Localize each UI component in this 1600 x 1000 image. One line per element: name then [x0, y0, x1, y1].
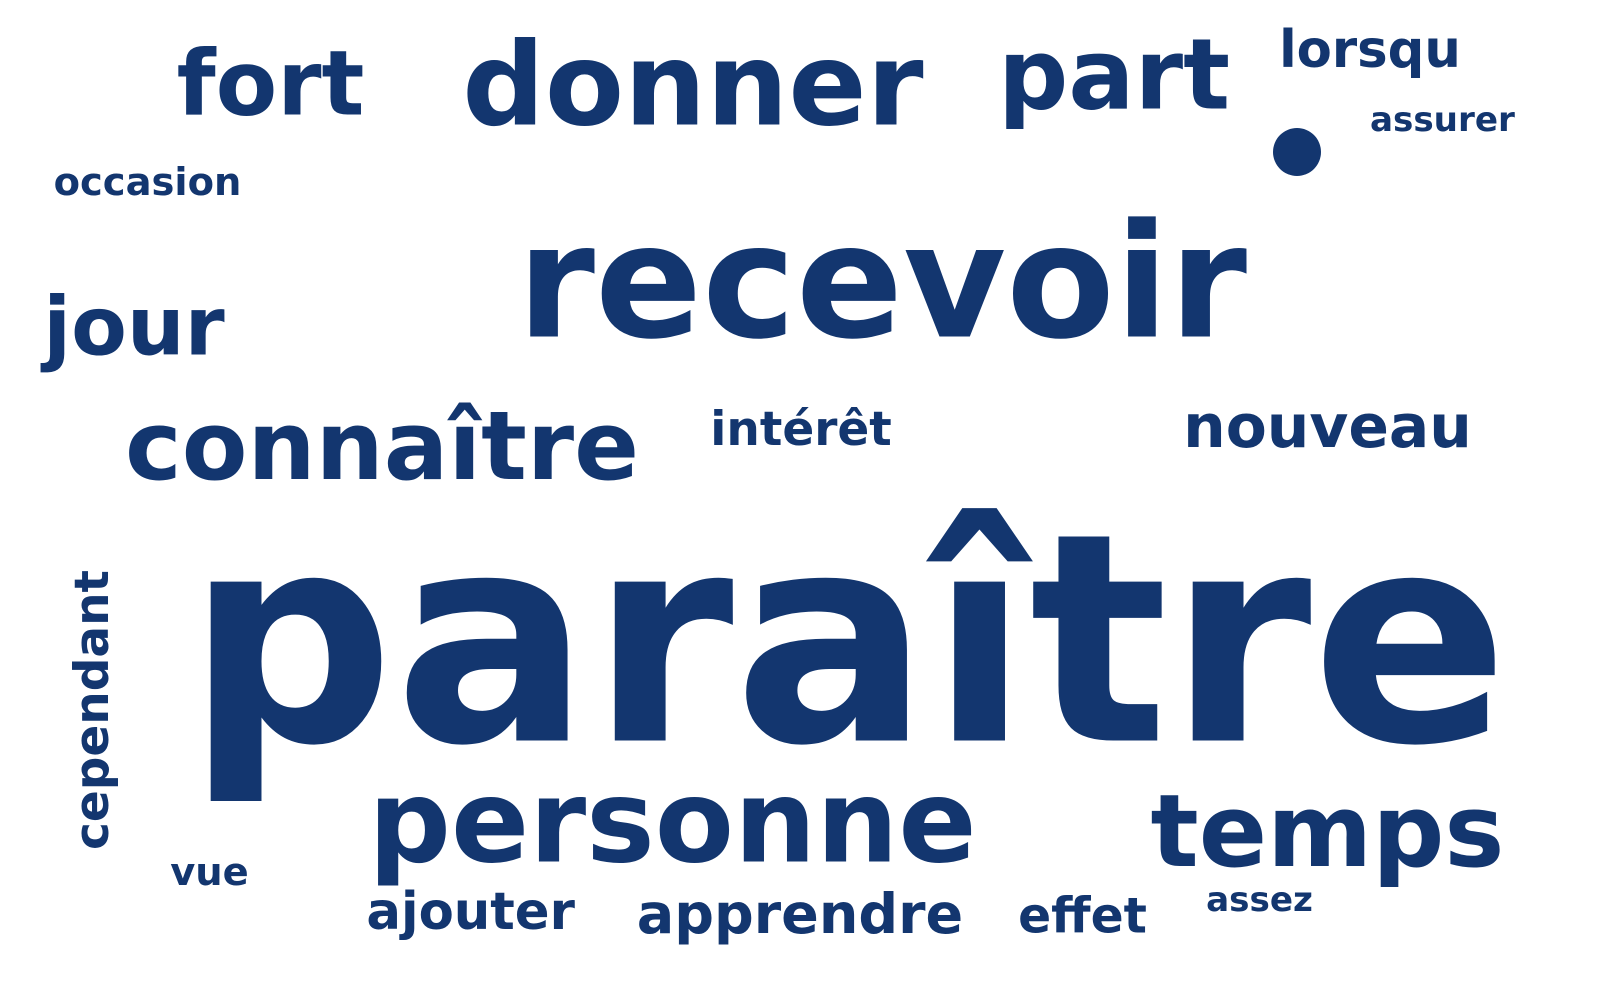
- word-nouveau: nouveau: [1183, 392, 1472, 462]
- word-cloud: paraîtrerecevoirpersonnedonnerconnaître n…: [40, 19, 1515, 948]
- word-lorsqu: lorsqu: [1279, 20, 1461, 80]
- word-effet: effet: [1018, 889, 1147, 945]
- word-ajouter: ajouter: [366, 882, 575, 942]
- word-fort: fort: [177, 33, 365, 137]
- word-jour: jour: [40, 281, 224, 375]
- word-assez: assez: [1206, 880, 1313, 920]
- word-apprendre: apprendre: [637, 882, 963, 947]
- word-occasion: occasion: [54, 160, 242, 205]
- stray-dot-decoration: [1273, 128, 1321, 176]
- word-connaitre: connaître: [125, 390, 639, 502]
- word-interet: intérêt: [710, 402, 891, 457]
- word-personne: personne: [368, 756, 976, 890]
- word-part: part: [998, 19, 1230, 133]
- word-cependant: cependant: [65, 570, 120, 850]
- word-temps: temps: [1151, 772, 1505, 890]
- word-assurer: assurer: [1370, 100, 1515, 140]
- word-recevoir: recevoir: [517, 191, 1247, 375]
- word-donner: donner: [462, 19, 923, 153]
- word-vue: vue: [170, 850, 249, 895]
